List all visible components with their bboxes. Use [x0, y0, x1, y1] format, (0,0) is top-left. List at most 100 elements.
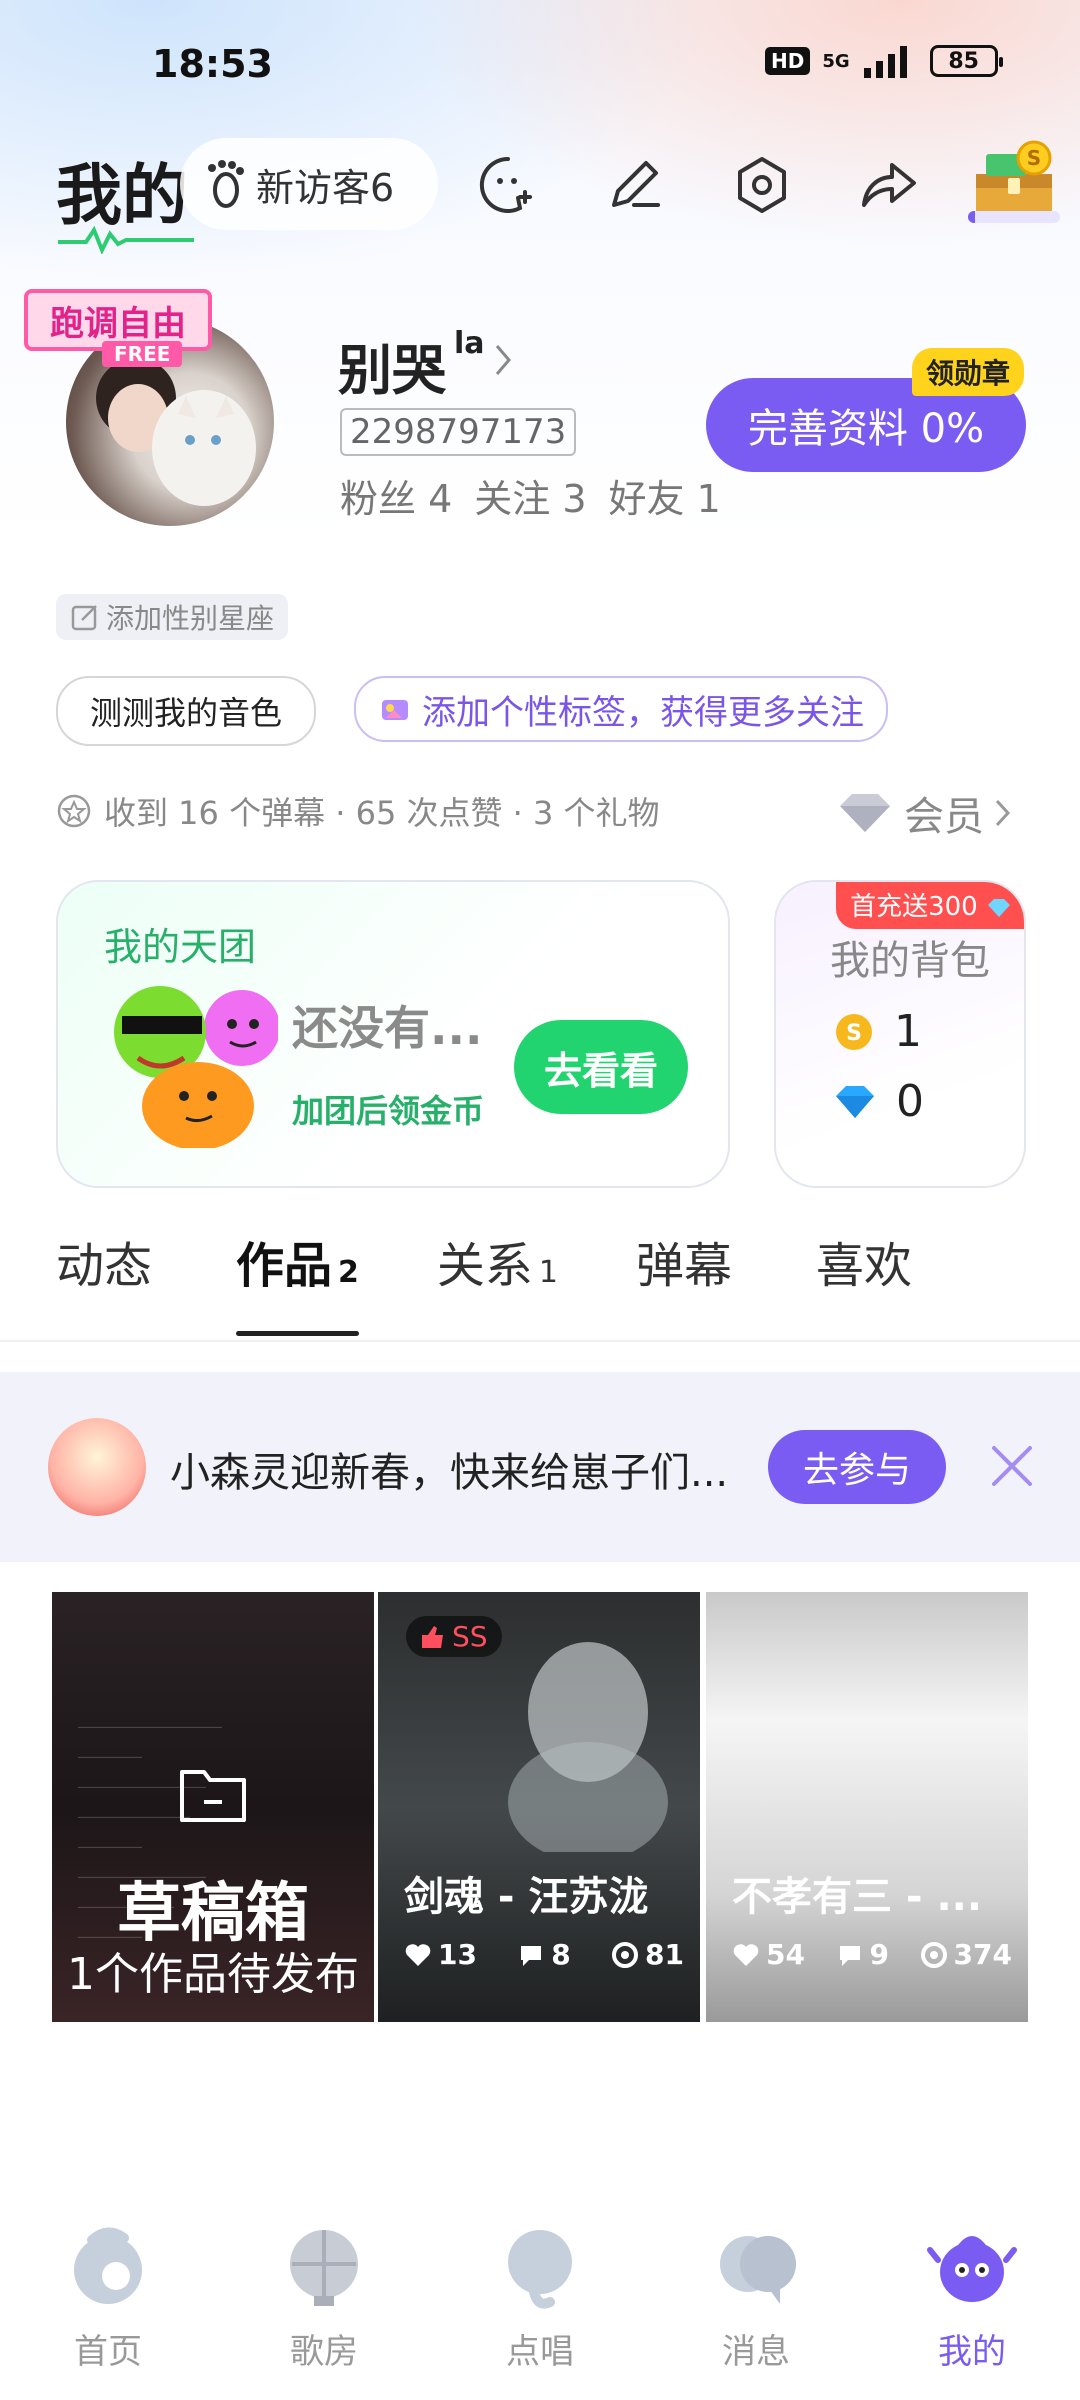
activity-summary: 收到 16 个弹幕 · 65 次点赞 · 3 个礼物	[56, 788, 660, 834]
add-tags-button[interactable]: 添加个性标签，获得更多关注	[354, 676, 888, 742]
following-count[interactable]: 关注 3	[474, 468, 586, 523]
star-badge-icon	[57, 794, 91, 828]
new-visitors-button[interactable]: 新访客6	[180, 138, 438, 230]
likes-stat: 54	[732, 1938, 805, 1971]
tab-moments-label: 动态	[56, 1238, 153, 1294]
drafts-box[interactable]: ――――――――― ―――― ―――――――― ――――――― ―――― ――――――――…	[52, 1592, 374, 2022]
comment-icon	[839, 1945, 860, 1966]
event-join-button[interactable]: 去参与	[768, 1430, 946, 1504]
likes-count: 13	[438, 1938, 477, 1971]
backpack-card[interactable]: 首充送300 我的背包 S 1 0	[774, 880, 1026, 1188]
likes-count: 54	[766, 1938, 805, 1971]
network-label: 5G	[822, 50, 850, 72]
username-text: 别哭	[338, 339, 446, 402]
tab-works-label: 作品	[236, 1238, 333, 1294]
tab-relations-label: 关系	[436, 1238, 533, 1294]
tag-sticker-icon	[382, 700, 408, 720]
chevron-right-icon	[495, 345, 511, 375]
message-icon	[720, 2236, 796, 2304]
share-icon[interactable]	[848, 145, 928, 225]
sing-icon	[508, 2230, 572, 2309]
my-team-card[interactable]: 我的天团 还没有... 加团后领金币 去看看	[56, 880, 730, 1188]
fans-count[interactable]: 粉丝 4	[340, 468, 452, 523]
nav-profile[interactable]: 我的	[864, 2220, 1080, 2400]
plays-count: 374	[953, 1938, 1012, 1971]
work-stats: 13 8 81	[404, 1938, 684, 1971]
status-time: 18:53	[152, 42, 273, 86]
team-mascots-illustration	[114, 986, 278, 1148]
medal-badge[interactable]: 领勋章	[912, 348, 1025, 396]
diamond-count: 0	[896, 1076, 924, 1127]
chevron-right-icon	[995, 799, 1011, 827]
bottom-navigation: 首页 歌房 点唱 消息 我的	[0, 2220, 1080, 2400]
hd-badge: HD	[765, 47, 811, 75]
signal-icon	[863, 46, 907, 78]
ktv-room-icon	[290, 2230, 358, 2306]
chat-add-icon[interactable]	[468, 145, 548, 225]
team-view-button[interactable]: 去看看	[514, 1020, 688, 1114]
plays-stat: 374	[920, 1938, 1012, 1971]
team-empty-text: 还没有...	[292, 1001, 483, 1055]
close-icon[interactable]	[984, 1438, 1040, 1494]
folder-icon	[180, 1770, 246, 1822]
nav-home-label: 首页	[74, 2332, 142, 2372]
event-banner[interactable]: 小森灵迎新春，快来给崽子们... 去参与	[0, 1372, 1080, 1562]
friends-count[interactable]: 好友 1	[609, 468, 721, 523]
battery-level: 85	[948, 48, 979, 74]
nav-ktv-room-label: 歌房	[290, 2332, 358, 2372]
vip-link[interactable]: 会员	[836, 784, 1012, 842]
tab-likes-label: 喜欢	[816, 1238, 913, 1294]
first-recharge-promo-text: 首充送300	[850, 892, 978, 922]
backpack-title: 我的背包	[830, 938, 990, 984]
avatar-frame-badge: 跑调自由 FREE	[14, 283, 234, 373]
add-tags-label: 添加个性标签，获得更多关注	[422, 692, 864, 733]
add-gender-zodiac-label: 添加性别星座	[106, 602, 275, 635]
tab-likes[interactable]: 喜欢	[816, 1226, 918, 1296]
ss-score-text: SS	[452, 1620, 488, 1653]
nav-home[interactable]: 首页	[0, 2220, 216, 2400]
username[interactable]: 别哭 la	[338, 326, 515, 405]
tab-relations[interactable]: 关系 1	[437, 1226, 558, 1296]
add-gender-zodiac-button[interactable]: 添加性别星座	[56, 594, 289, 640]
comments-stat: 8	[517, 1938, 571, 1971]
battery-indicator: 85	[929, 45, 1003, 77]
tab-danmaku-label: 弹幕	[636, 1238, 733, 1294]
home-icon	[74, 2227, 142, 2304]
svg-text:S: S	[1027, 146, 1041, 170]
comments-stat: 9	[836, 1938, 889, 1971]
coin-balance: S 1	[834, 1006, 922, 1057]
activity-summary-text: 收到 16 个弹幕 · 65 次点赞 · 3 个礼物	[104, 794, 660, 832]
diamond-balance: 0	[834, 1076, 924, 1127]
edit-icon	[71, 605, 97, 631]
nav-sing[interactable]: 点唱	[432, 2220, 648, 2400]
team-card-title: 我的天团	[104, 925, 257, 969]
work-title: 不孝有三 - ...	[732, 1874, 983, 1920]
play-count-icon	[612, 1941, 639, 1968]
comments-count: 8	[551, 1938, 571, 1971]
coin-count: 1	[894, 1006, 922, 1057]
diamond-icon	[840, 794, 890, 832]
treasure-progress-fill	[968, 211, 976, 223]
heart-icon	[733, 1943, 759, 1966]
edit-pencil-icon[interactable]	[594, 145, 674, 225]
tab-moments[interactable]: 动态	[56, 1226, 158, 1296]
plays-stat: 81	[611, 1938, 684, 1971]
title-wave-decoration	[58, 225, 194, 254]
status-icons: HD 5G 85	[765, 44, 1003, 78]
tab-danmaku[interactable]: 弹幕	[636, 1226, 738, 1296]
work-title: 剑魂 - 汪苏泷	[404, 1874, 649, 1920]
nav-ktv-room[interactable]: 歌房	[216, 2220, 432, 2400]
user-id[interactable]: 2298797173	[340, 408, 577, 456]
nav-messages[interactable]: 消息	[648, 2220, 864, 2400]
tab-divider	[0, 1340, 1080, 1342]
footprint-icon	[208, 160, 244, 208]
settings-icon[interactable]	[722, 145, 802, 225]
work-stats: 54 9 374	[732, 1938, 1012, 1971]
first-recharge-promo[interactable]: 首充送300	[836, 882, 1024, 929]
tab-works-count: 2	[338, 1255, 359, 1290]
username-superscript: la	[454, 326, 485, 361]
tab-works[interactable]: 作品 2	[236, 1226, 359, 1336]
voice-test-button[interactable]: 测测我的音色	[56, 676, 317, 746]
work-item[interactable]: SS 剑魂 - 汪苏泷 13 8 81	[378, 1592, 700, 2022]
work-item[interactable]: 不孝有三 - ... 54 9 374	[706, 1592, 1028, 2022]
